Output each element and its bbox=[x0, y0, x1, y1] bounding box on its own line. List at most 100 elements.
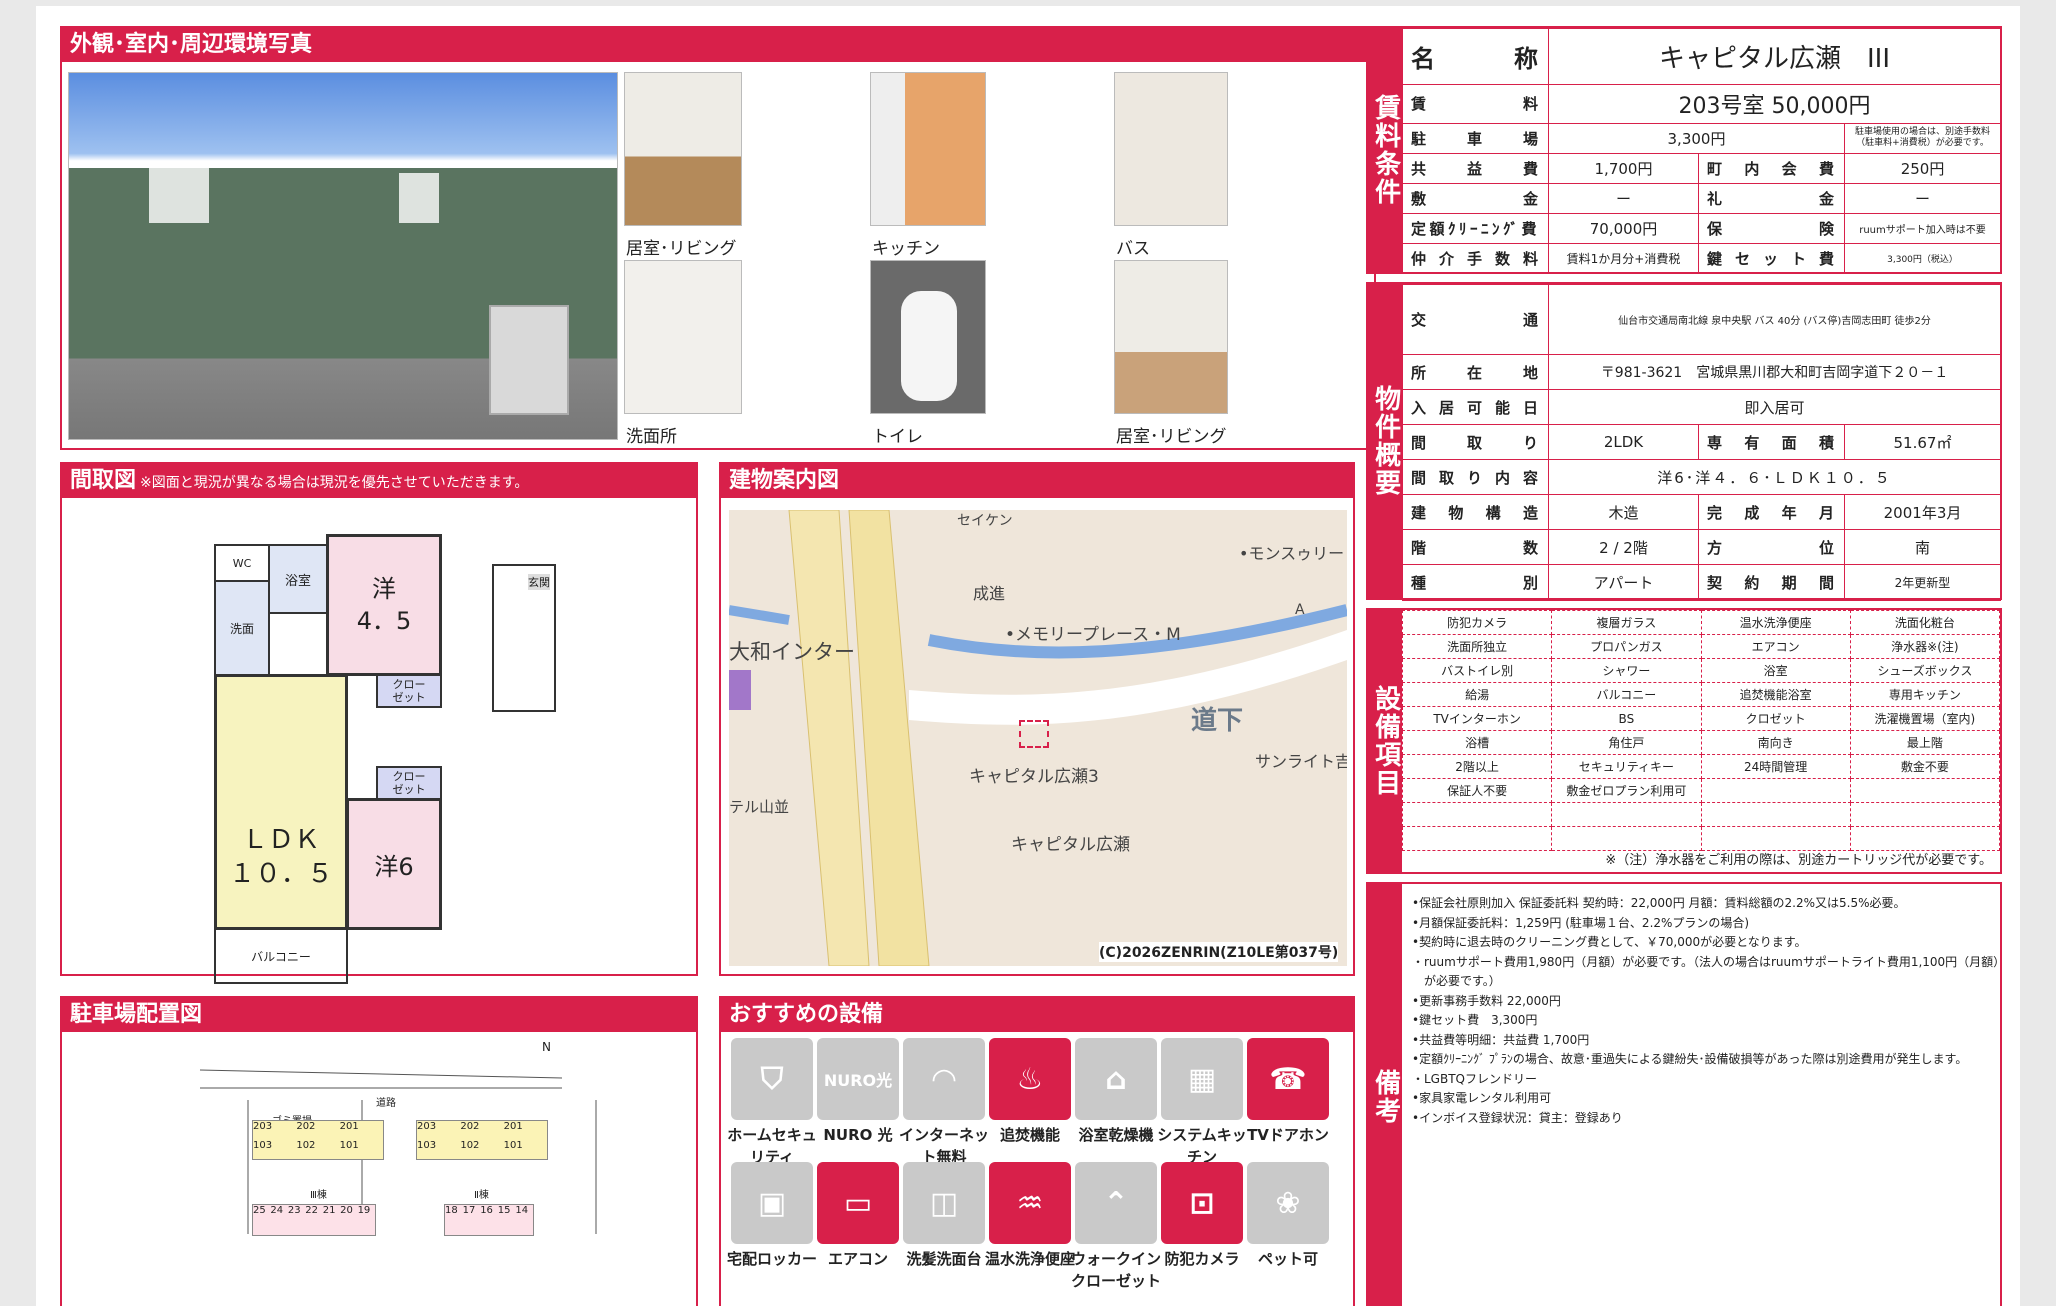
equipment-row: 給湯 バルコニー 追焚機能浴室 専用キッチン bbox=[1401, 682, 2001, 707]
reco-icon: ▦ bbox=[1161, 1038, 1243, 1120]
layout: 2LDK bbox=[1548, 424, 1699, 460]
equipment-item: 洗面化粧台 bbox=[1849, 610, 2001, 635]
town-fee-label: 町内会費 bbox=[1698, 152, 1845, 184]
remark-line: •共益費等明細：共益費 1,700円 bbox=[1412, 1032, 1590, 1047]
access-label: 交通 bbox=[1402, 284, 1549, 355]
equipment-item: 給湯 bbox=[1401, 682, 1553, 707]
unit: 201 bbox=[339, 1121, 359, 1132]
rent-label: 賃 料 bbox=[1402, 83, 1549, 124]
stairs-area: 玄関 bbox=[492, 564, 556, 712]
name-label: 名 称 bbox=[1402, 28, 1549, 85]
unit: 201 bbox=[503, 1121, 523, 1132]
equipment-item: 保証人不要 bbox=[1401, 778, 1553, 803]
equipment-side-label: 設備項目 bbox=[1368, 610, 1402, 872]
access: 仙台市交通局南北線 泉中央駅 バス 40分 (バス停)吉岡志田町 徒歩2分 bbox=[1548, 284, 2001, 355]
remark-line: •鍵セット費 3,300円 bbox=[1412, 1013, 1538, 1027]
caption-bath: バス bbox=[1116, 239, 1150, 259]
equipment-item: 洗面所独立 bbox=[1401, 634, 1553, 659]
brokerage-label: 仲介手数料 bbox=[1402, 242, 1549, 275]
remark-line: •定額ｸﾘｰﾆﾝｸﾞ ﾌﾟﾗﾝの場合、故意･重過失による鍵紛失･設備破損等があっ… bbox=[1412, 1052, 1968, 1066]
parking-fee-label: 駐車場 bbox=[1402, 122, 1549, 154]
reco-label: TVドアホン bbox=[1247, 1126, 1329, 1144]
reco-icon: ⊡ bbox=[1161, 1162, 1243, 1244]
photo-living-2 bbox=[1114, 260, 1228, 414]
floors-label: 階数 bbox=[1402, 529, 1549, 565]
photo-washroom bbox=[624, 260, 742, 414]
closet-2: クロー ゼット bbox=[376, 766, 442, 800]
remark-line: •契約時に退去時のクリーニング費として、￥70,000が必要となります。 bbox=[1412, 935, 1807, 949]
built: 2001年3月 bbox=[1844, 494, 2001, 530]
unit: 102 bbox=[296, 1140, 316, 1151]
room-wash: 洗面 bbox=[214, 580, 270, 676]
space: 16 bbox=[480, 1205, 493, 1216]
balcony: バルコニー bbox=[214, 928, 348, 984]
unit: 202 bbox=[296, 1121, 316, 1132]
equipment-item: 防犯カメラ bbox=[1401, 610, 1553, 635]
equipment-item: 追焚機能浴室 bbox=[1700, 682, 1851, 707]
parking-section: 駐車場配置図 道路 ゴミ置場 N 203202201 103102101 Ⅲ棟 … bbox=[60, 996, 698, 1306]
reco-icon: ▭ bbox=[817, 1162, 899, 1244]
equipment-item: 敷金ゼロプラン利用可 bbox=[1551, 778, 1702, 803]
address-label: 所在地 bbox=[1402, 354, 1549, 390]
guide-header: 建物案内図 bbox=[721, 464, 1353, 498]
common-fee: 1,700円 bbox=[1548, 152, 1699, 184]
structure-label: 建物構造 bbox=[1402, 494, 1549, 530]
key-money: ー bbox=[1843, 182, 2002, 214]
rent-table: 名 称キャピタル広瀬 III 賃 料 203号室 50,000円 駐車場 3,300… bbox=[1402, 28, 2002, 275]
caption-toilet: トイレ bbox=[872, 427, 923, 447]
equipment-item bbox=[1401, 826, 1553, 851]
remarks-section: 備考 •保証会社原則加入 保証委託料 契約時：22,000円 月額：賃料総額の2… bbox=[1366, 882, 2006, 1306]
reco-icon: ⛉ bbox=[731, 1038, 813, 1120]
caption-living: 居室･リビング bbox=[626, 239, 737, 259]
equipment-item: シャワー bbox=[1551, 658, 1702, 683]
remark-line: が必要です。） bbox=[1412, 974, 1501, 988]
structure: 木造 bbox=[1548, 494, 1699, 530]
unit: 101 bbox=[339, 1140, 359, 1151]
room-yo45: 洋 4．5 bbox=[326, 534, 442, 676]
floorplan-note: ※図面と現況が異なる場合は現況を優先させていただきます。 bbox=[140, 475, 529, 491]
space: 18 bbox=[445, 1205, 458, 1216]
space: 19 bbox=[357, 1205, 371, 1216]
unit: 101 bbox=[503, 1140, 523, 1151]
map-label-9: キャピタル広瀬 bbox=[1011, 835, 1130, 855]
equipment-item bbox=[1551, 826, 1702, 851]
reco-icon: NURO光 bbox=[817, 1038, 899, 1120]
brokerage: 賃料1か月分+消費税 bbox=[1548, 242, 1699, 275]
town-fee: 250円 bbox=[1843, 152, 2002, 184]
equipment-row: TVインターホン BS クロゼット 洗濯機置場（室内) bbox=[1401, 706, 2001, 731]
property-name: キャピタル広瀬 III bbox=[1547, 28, 2002, 85]
photo-bath bbox=[1114, 72, 1228, 226]
built-label: 完成年月 bbox=[1698, 494, 1845, 530]
equipment-row: バストイレ別 シャワー 浴室 シューズボックス bbox=[1401, 658, 2001, 683]
remarks-side-label: 備考 bbox=[1368, 884, 1402, 1306]
space: 22 bbox=[305, 1205, 319, 1216]
remark-line: •インボイス登録状況：貸主：登録あり bbox=[1412, 1110, 1623, 1125]
layout-detail: 洋6･洋４．６･ＬＤＫ１０．５ bbox=[1548, 459, 2001, 495]
reco-icon: ⌂ bbox=[1075, 1038, 1157, 1120]
remark-line: ・LGBTQフレンドリー bbox=[1412, 1071, 1537, 1086]
north-mark: N bbox=[542, 1040, 551, 1054]
remark-line: ・ruumサポート費用1,980円（月額）が必要です。（法人の場合はruumサポ… bbox=[1412, 954, 2006, 969]
reco-icon: ⌃ bbox=[1075, 1162, 1157, 1244]
caption-washroom: 洗面所 bbox=[626, 427, 677, 447]
move-in: 即入居可 bbox=[1548, 389, 2001, 425]
equipment-item bbox=[1849, 802, 2001, 827]
unit: 102 bbox=[460, 1140, 480, 1151]
reco-label: 追焚機能 bbox=[999, 1126, 1060, 1144]
keyset-fee: 3,300円（税込） bbox=[1843, 242, 2002, 275]
caption-kitchen: キッチン bbox=[872, 239, 940, 259]
floorplan-header: 間取図 ※図面と現況が異なる場合は現況を優先させていただきます。 bbox=[62, 464, 696, 498]
equipment-item bbox=[1551, 802, 1702, 827]
map-label-a: A bbox=[1295, 602, 1305, 618]
reco-header: おすすめの設備 bbox=[721, 998, 1353, 1032]
space: 24 bbox=[270, 1205, 284, 1216]
reco-label: 浴室乾燥機 bbox=[1078, 1126, 1154, 1144]
deposit: ー bbox=[1548, 182, 1699, 214]
reco-label: エアコン bbox=[827, 1250, 888, 1268]
space: 23 bbox=[287, 1205, 301, 1216]
unit: 203 bbox=[253, 1121, 273, 1132]
room-ldk: ＬＤＫ １０．５ bbox=[214, 674, 348, 930]
equipment-item bbox=[1849, 826, 2001, 851]
type-label: 種別 bbox=[1402, 564, 1549, 601]
target-marker bbox=[1019, 720, 1049, 748]
